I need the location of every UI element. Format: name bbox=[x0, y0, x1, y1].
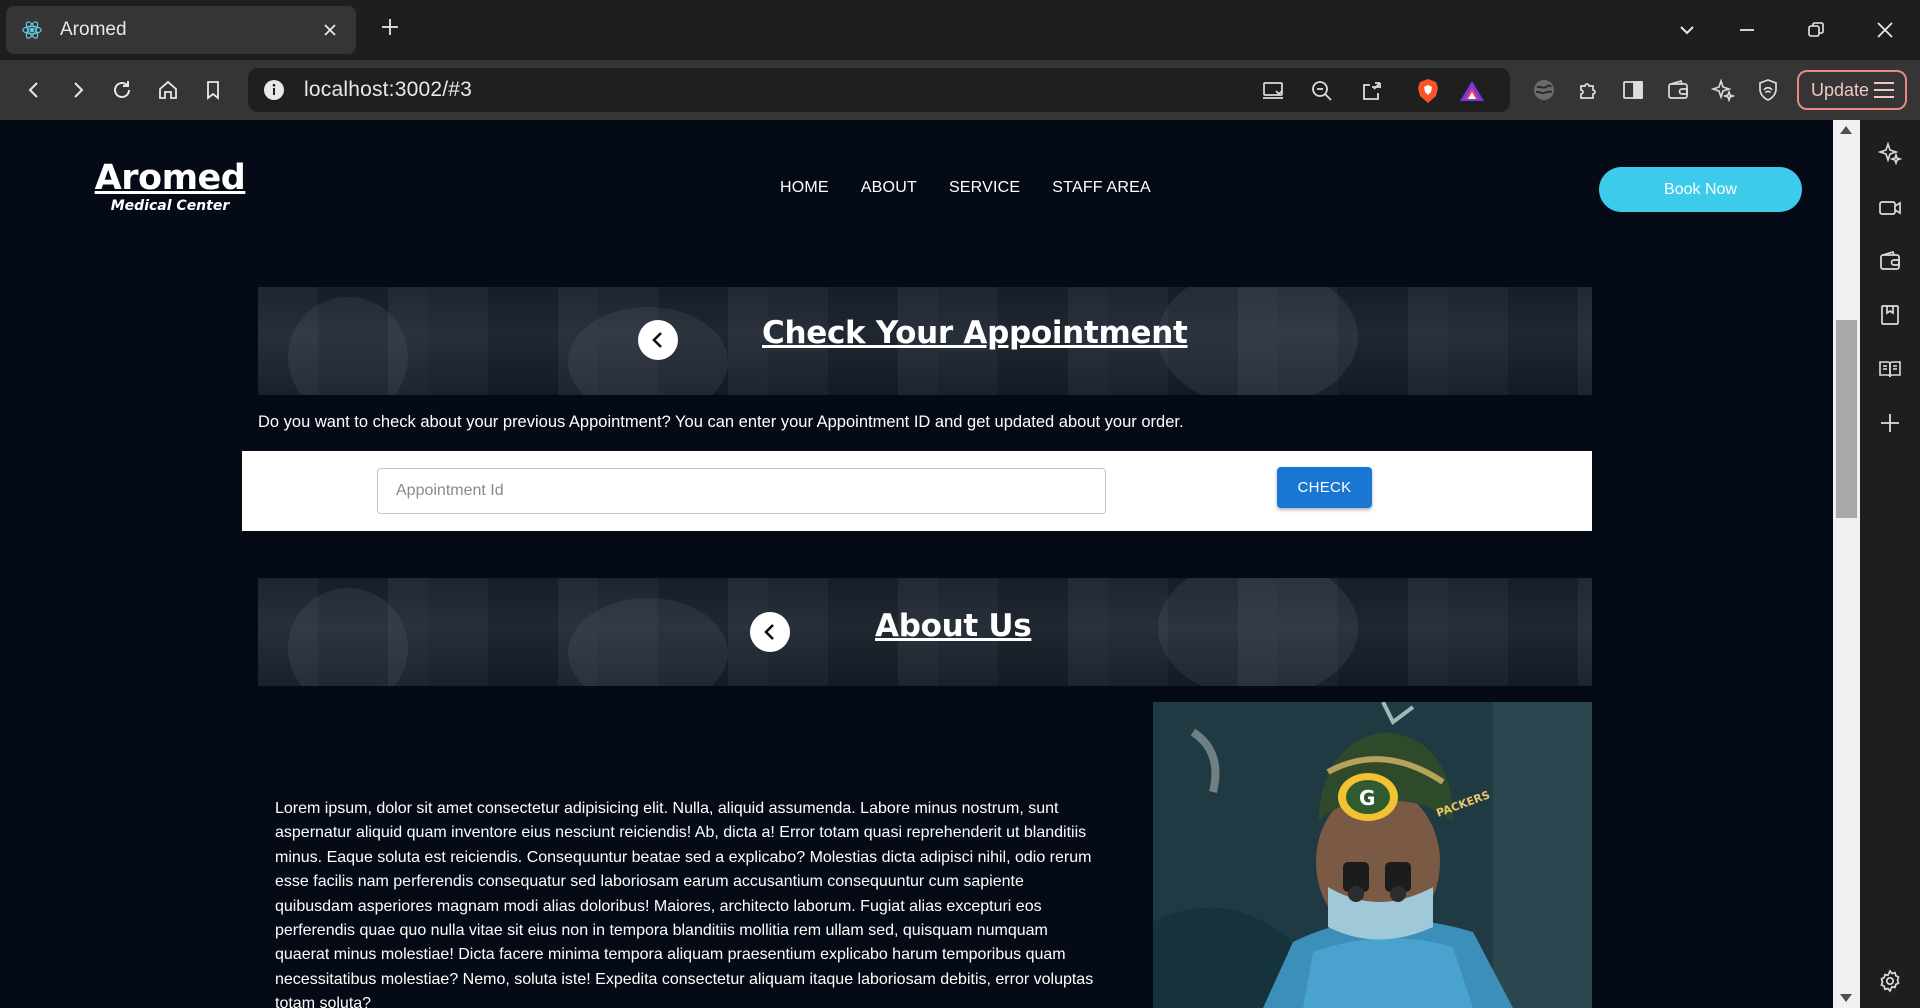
check-button[interactable]: CHECK bbox=[1277, 467, 1372, 508]
svg-text:G: G bbox=[1359, 786, 1375, 810]
brave-talk-icon[interactable] bbox=[1877, 195, 1903, 221]
surgeon-illustration: G PACKERS bbox=[1153, 702, 1592, 1008]
browser-toolbar: localhost:3002/#3 Update bbox=[0, 60, 1920, 120]
wallet-icon[interactable] bbox=[1877, 248, 1903, 274]
logo-name: Aromed bbox=[94, 158, 246, 198]
tab-title: Aromed bbox=[60, 19, 127, 40]
banner-photo-shape bbox=[1158, 578, 1358, 686]
browser-side-panel bbox=[1860, 120, 1920, 1008]
brave-rewards-icon[interactable] bbox=[1459, 78, 1485, 104]
web-page: Aromed Medical Center HOME ABOUT SERVICE… bbox=[0, 120, 1833, 1008]
banner-photo-shape bbox=[1158, 287, 1358, 395]
about-us-text: Lorem ipsum, dolor sit amet consectetur … bbox=[275, 800, 1094, 1008]
banner-photo-shape bbox=[568, 598, 728, 686]
wallet-icon[interactable] bbox=[1665, 77, 1691, 103]
book-now-button[interactable]: Book Now bbox=[1599, 167, 1802, 212]
vpn-shield-icon[interactable] bbox=[1755, 77, 1781, 103]
react-atom-icon bbox=[20, 18, 44, 42]
reload-icon[interactable] bbox=[104, 72, 140, 108]
leo-ai-icon[interactable] bbox=[1710, 77, 1736, 103]
about-us-banner: About Us bbox=[258, 578, 1592, 686]
scroll-down-arrow-icon[interactable] bbox=[1840, 994, 1852, 1002]
check-appointment-form: CHECK bbox=[242, 451, 1592, 531]
url-text: localhost:3002/#3 bbox=[304, 78, 473, 101]
browser-tab[interactable]: Aromed bbox=[6, 6, 356, 54]
logo-subtitle: Medical Center bbox=[110, 198, 230, 214]
forward-icon[interactable] bbox=[60, 72, 96, 108]
bookmarks-icon[interactable] bbox=[1877, 302, 1903, 328]
restore-button[interactable] bbox=[1798, 12, 1834, 48]
nav-about[interactable]: ABOUT bbox=[861, 179, 917, 197]
site-info-icon[interactable] bbox=[262, 78, 286, 102]
nav-staff-area[interactable]: STAFF AREA bbox=[1052, 179, 1151, 197]
about-us-heading: About Us bbox=[875, 608, 1032, 644]
vpn-globe-icon[interactable] bbox=[1531, 77, 1557, 103]
back-arrow-button[interactable] bbox=[750, 612, 790, 652]
update-label: Update bbox=[1811, 79, 1870, 100]
main-nav: HOME ABOUT SERVICE STAFF AREA bbox=[780, 179, 1151, 197]
surgeon-photo: G PACKERS bbox=[1153, 702, 1592, 1008]
close-tab-icon[interactable] bbox=[318, 18, 342, 42]
tab-list-chevron-icon[interactable] bbox=[1669, 12, 1705, 48]
check-appointment-banner: Check Your Appointment bbox=[258, 287, 1592, 395]
extensions-puzzle-icon[interactable] bbox=[1576, 77, 1602, 103]
hamburger-menu-icon bbox=[1874, 82, 1894, 98]
sidebar-toggle-icon[interactable] bbox=[1620, 77, 1646, 103]
zoom-out-icon[interactable] bbox=[1309, 78, 1335, 104]
banner-photo-shape bbox=[288, 297, 408, 395]
settings-gear-icon[interactable] bbox=[1877, 968, 1903, 994]
share-icon[interactable] bbox=[1359, 78, 1385, 104]
page-scrollbar[interactable] bbox=[1833, 120, 1860, 1008]
brave-shields-icon[interactable] bbox=[1415, 78, 1441, 104]
add-panel-icon[interactable] bbox=[1877, 410, 1903, 436]
new-tab-button[interactable] bbox=[375, 14, 405, 44]
scroll-up-arrow-icon[interactable] bbox=[1840, 126, 1852, 134]
address-bar[interactable]: localhost:3002/#3 bbox=[248, 68, 1510, 112]
back-arrow-button[interactable] bbox=[638, 320, 678, 360]
nav-service[interactable]: SERVICE bbox=[949, 179, 1020, 197]
bookmark-icon[interactable] bbox=[195, 72, 231, 108]
install-app-icon[interactable] bbox=[1260, 78, 1286, 104]
reading-list-icon[interactable] bbox=[1877, 356, 1903, 382]
leo-ai-icon[interactable] bbox=[1877, 140, 1903, 166]
appointment-id-input[interactable] bbox=[377, 468, 1106, 514]
check-description: Do you want to check about your previous… bbox=[258, 413, 1184, 431]
back-icon[interactable] bbox=[16, 72, 52, 108]
minimize-button[interactable] bbox=[1729, 12, 1765, 48]
nav-home[interactable]: HOME bbox=[780, 179, 829, 197]
check-appointment-heading: Check Your Appointment bbox=[762, 315, 1188, 351]
scrollbar-thumb[interactable] bbox=[1836, 320, 1857, 518]
banner-photo-shape bbox=[288, 588, 408, 686]
browser-tab-bar: Aromed bbox=[0, 0, 1920, 60]
home-icon[interactable] bbox=[150, 72, 186, 108]
update-button[interactable]: Update bbox=[1797, 70, 1907, 110]
site-logo[interactable]: Aromed Medical Center bbox=[92, 158, 248, 214]
close-window-button[interactable] bbox=[1867, 12, 1903, 48]
